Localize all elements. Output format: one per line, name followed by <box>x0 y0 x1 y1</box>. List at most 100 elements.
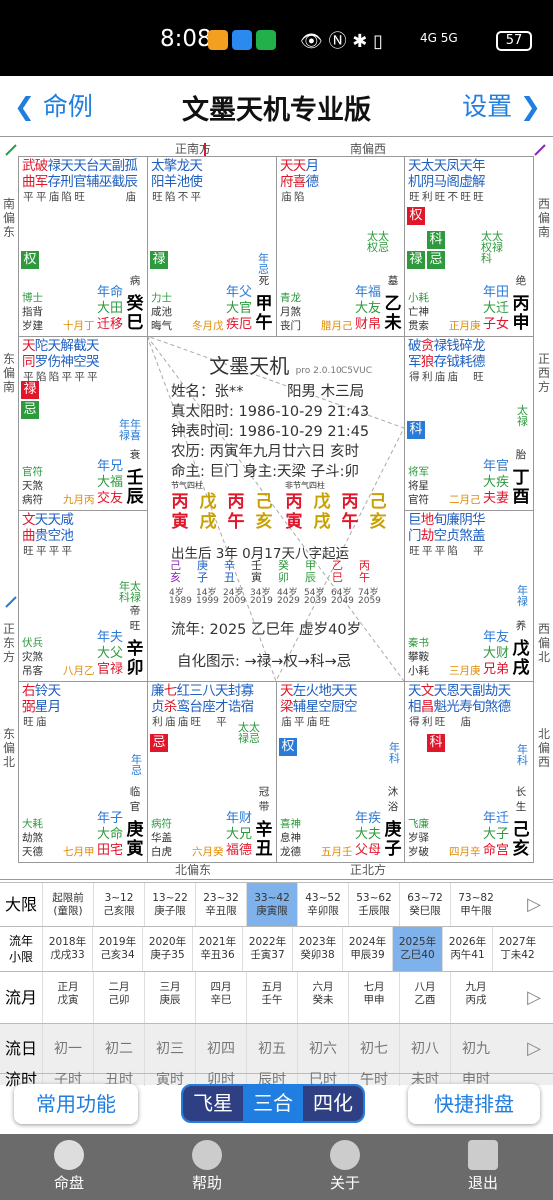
timeline-cell[interactable]: 九月 丙戌 <box>450 972 501 1024</box>
luck-ganzhi: 癸卯 <box>278 559 289 584</box>
ziwei-chart: 正南方 南偏西 北偏东 正北方 南偏东 东偏南 正东方 东偏北 西偏南 正西方 … <box>0 136 553 880</box>
timeline-cell[interactable]: 2022年 壬寅37 <box>242 927 292 972</box>
palace-5[interactable]: 破军得贪狼利禄存庙钱钺庙碎耗 龙德旺科太 禄将军 将星 官符 二月己 年官 大疾 夫妻 丁酉胎 <box>404 336 534 511</box>
next-arrow-icon[interactable]: ▷ <box>527 972 541 1024</box>
timeline-cell[interactable]: 2024年 甲辰39 <box>342 927 392 972</box>
palace-0[interactable]: 武曲平破军平禄存庙天刑陷天官旺台辅 天巫 副截 孤辰庙权博士 指背 岁建 十月丁 年命 大田 迁移… <box>18 156 148 337</box>
pillar: 丙寅 <box>285 492 303 532</box>
palace-names: 年财 大兄 福德 <box>226 811 252 859</box>
timeline-cell[interactable]: 四月 辛巳 <box>195 972 246 1024</box>
star-name: 天梁 <box>280 683 294 715</box>
star-name: 天虚 <box>459 158 473 190</box>
direction-right-4: 北偏西 <box>537 727 550 769</box>
timeline-cell[interactable]: 初二 <box>93 1024 144 1074</box>
timeline-cell[interactable]: 3~12 己亥限 <box>93 883 144 927</box>
star-brightness: 庙 <box>35 716 47 728</box>
timeline-cell[interactable]: 初一 <box>42 1024 93 1074</box>
timeline-cell[interactable]: 2027年 丁未42 <box>492 927 542 972</box>
palace-gods: 病符 华盖 白虎 <box>151 817 172 859</box>
star-brightness: 旺 <box>434 716 446 728</box>
next-arrow-icon[interactable]: ▷ <box>527 883 541 927</box>
timeline-cell[interactable]: 起限前 (童限) <box>42 883 93 927</box>
timeline-cell[interactable]: 33~42 庚寅限 <box>246 883 297 927</box>
star-name: 地空 <box>318 683 332 715</box>
star: 天月 <box>48 683 62 729</box>
timeline-cell[interactable]: 23~32 辛丑限 <box>195 883 246 927</box>
timeline-cell[interactable]: 初六 <box>297 1024 348 1074</box>
timeline-cell[interactable]: 初四 <box>195 1024 246 1074</box>
timeline-cell[interactable]: 53~62 壬辰限 <box>348 883 399 927</box>
star-brightness: 平 <box>87 371 98 383</box>
timeline-cell[interactable]: 63~72 癸巳限 <box>399 883 450 927</box>
flow-mutagen: 太太 权禄 科 <box>481 230 503 265</box>
palace-month: 八月乙 <box>63 665 95 677</box>
palace-1[interactable]: 太阳旺擎羊陷龙池不天使平禄年 忌力士 咸池 晦气 冬月戊 年父 大官 疾厄 甲午死 <box>147 156 277 337</box>
palace-month: 正月庚 <box>449 320 481 332</box>
tab-help[interactable]: 帮助 <box>138 1134 276 1200</box>
star-name: 钱钺 <box>446 338 460 370</box>
mode-sihua[interactable]: 四化 <box>303 1086 363 1121</box>
timeline-cell[interactable]: 三月 庚辰 <box>144 972 195 1024</box>
palace-9[interactable]: 廉贞利七杀庙红鸾庙三台旺八座 天才平封诰 寡宿忌太太 禄忌 病符 华盖 白虎 六月癸 年财 大兄… <box>147 681 277 863</box>
palace-name: 子女 <box>482 317 509 332</box>
timeline-cell[interactable]: 2020年 庚子35 <box>142 927 192 972</box>
tab-about[interactable]: 关于 <box>276 1134 414 1200</box>
timeline-cell[interactable]: 43~52 辛卯限 <box>297 883 348 927</box>
timeline-cell[interactable]: 初七 <box>348 1024 399 1074</box>
settings-button[interactable]: 设置 ❯ <box>462 87 541 123</box>
star-brightness: 庙 <box>164 716 176 728</box>
timeline-cell[interactable]: 初八 <box>399 1024 450 1074</box>
cell-bottom: 庚子35 <box>150 949 185 961</box>
timeline-cell[interactable]: 五月 壬午 <box>246 972 297 1024</box>
timeline-cell[interactable]: 二月 己卯 <box>93 972 144 1024</box>
star: 三台旺 <box>189 683 203 729</box>
palace-stars: 文曲旺天贵平天空平咸池平 <box>22 512 74 558</box>
sihua-badge: 忌 <box>427 251 445 269</box>
timeline-cell[interactable]: 八月 乙酉 <box>399 972 450 1024</box>
timeline-cell[interactable]: 2021年 辛丑36 <box>192 927 242 972</box>
timeline-cell[interactable]: 2023年 癸卯38 <box>292 927 342 972</box>
palace-3[interactable]: 天机旺太阴利天马旺凤阁不天虚旺年解旺权科禄忌太太 权禄 科小耗 亡神 贯索 正月庚 年田… <box>404 156 534 337</box>
cell-top: 六月 <box>312 981 334 993</box>
mode-flying-star[interactable]: 飞星 <box>183 1086 243 1121</box>
next-arrow-icon[interactable]: ▷ <box>527 1024 541 1074</box>
cell-bottom: 己亥限 <box>103 905 135 917</box>
god-name: 秦书 <box>408 637 429 649</box>
cell-bottom: 己卯 <box>108 994 130 1006</box>
palace-6[interactable]: 文曲旺天贵平天空平咸池平年太 科禄 伏兵 灾煞 吊客 八月乙 年夫 大父 官禄 辛卯 帝旺 <box>18 510 148 682</box>
timeline-cell[interactable]: 13~22 庚子限 <box>144 883 195 927</box>
quick-chart-button[interactable]: 快捷排盘 <box>408 1084 540 1124</box>
luck-ganzhi: 庚子 <box>197 559 208 584</box>
timeline-cell[interactable]: 六月 癸未 <box>297 972 348 1024</box>
star-brightness: 庙 <box>447 371 459 383</box>
timeline-cell[interactable]: 2018年 戊戌33 <box>42 927 92 972</box>
mode-sanhe[interactable]: 三合 <box>243 1086 303 1121</box>
timeline-cell[interactable]: 2026年 丙午41 <box>442 927 492 972</box>
timeline-cell[interactable]: 正月 戊寅 <box>42 972 93 1024</box>
star-name: 天才 <box>214 683 229 715</box>
palace-4[interactable]: 天同平陀罗陷天伤陷解神平截空平天哭平禄忌年年 禄喜 官符 天煞 病符 九月丙 年兄 大福 交友… <box>18 336 148 511</box>
timeline-cell[interactable]: 初三 <box>144 1024 195 1074</box>
palace-7[interactable]: 巨门旺地劫平旬空平廉贞陷阴煞 华盖平年 禄秦书 攀鞍 小耗 三月庚 年友 大财 兄弟 戊戌养 <box>404 510 534 682</box>
star: 地劫平 <box>421 512 435 558</box>
palace-11[interactable]: 天相得文昌利天魁旺恩光 天寿庙副旬 劫煞 天德科年 科飞廉 岁驿 岁破 四月辛 年迁 大子 命宫己… <box>404 681 534 863</box>
cell-top: 正月 <box>57 981 79 993</box>
star: 八座 <box>202 683 216 729</box>
tab-chart[interactable]: 命盘 <box>0 1134 138 1200</box>
palace-8[interactable]: 右弼旺铃星庙天月年 忌大耗 劫煞 天德 七月甲 年子 大命 田宅 庚寅 临官 <box>18 681 148 863</box>
timeline-cell[interactable]: 初五 <box>246 1024 297 1074</box>
common-functions-button[interactable]: 常用功能 <box>14 1084 138 1124</box>
palace-2[interactable]: 天府庙天喜陷月德 太太 权忌 青龙 月煞 丧门 腊月己 年福 大友 财帛 乙未墓 <box>276 156 406 337</box>
status-icons: 👁 Ⓝ ✱ ▯ <box>300 31 384 52</box>
palace-10[interactable]: 天梁庙左辅平火星庙地空旺天厨 天空权年 科喜神 息神 龙德 五月壬 年疾 大夫 父母 庚子 沐浴 <box>276 681 406 863</box>
timeline-cell[interactable]: 初九 <box>450 1024 501 1074</box>
timeline-cell[interactable]: 七月 甲申 <box>348 972 399 1024</box>
timeline-cell[interactable]: 2025年 乙巳40 <box>392 927 442 972</box>
god-name: 灾煞 <box>22 651 43 663</box>
cell-top: 起限前 <box>52 892 84 904</box>
timeline-cell[interactable]: 2019年 己亥34 <box>92 927 142 972</box>
timeline-cell[interactable]: 73~82 甲午限 <box>450 883 501 927</box>
star: 天刑陷 <box>60 158 74 204</box>
tab-exit[interactable]: 退出 <box>414 1134 552 1200</box>
center-code: C5VUC <box>340 366 372 376</box>
